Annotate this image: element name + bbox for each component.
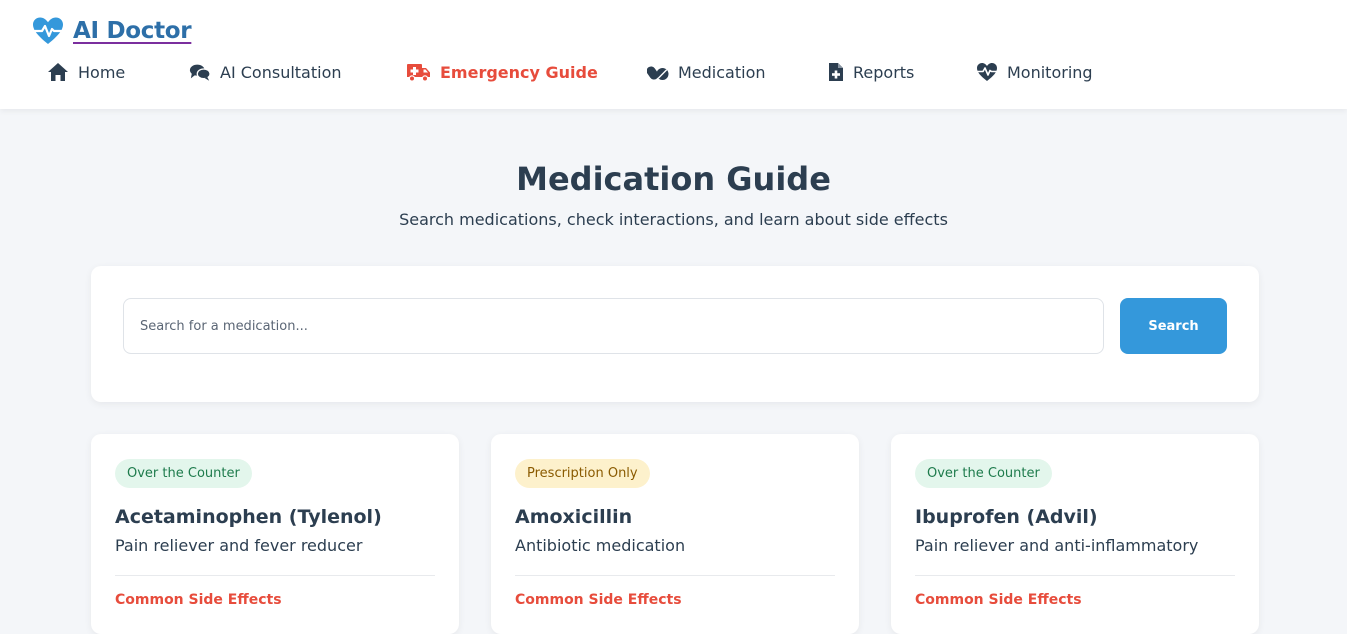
- nav-medication-label: Medication: [678, 62, 766, 82]
- medication-card[interactable]: Over the Counter Ibuprofen (Advil) Pain …: [891, 434, 1259, 634]
- prescription-badge: Prescription Only: [515, 459, 650, 488]
- side-effects-heading: Common Side Effects: [515, 592, 682, 608]
- medication-search-input[interactable]: [123, 298, 1104, 354]
- heartbeat-icon: [976, 61, 998, 83]
- nav-reports[interactable]: Reports: [828, 60, 976, 84]
- nav-ai-consultation[interactable]: AI Consultation: [189, 60, 406, 84]
- brand-link[interactable]: AI Doctor: [32, 16, 192, 46]
- medication-description: Pain reliever and fever reducer: [115, 536, 363, 555]
- top-header: AI Doctor Home AI Consultation Emergency…: [0, 0, 1347, 109]
- nav-medication[interactable]: Medication: [647, 60, 828, 84]
- ambulance-icon: [406, 61, 431, 83]
- medication-name: Ibuprofen (Advil): [915, 506, 1098, 528]
- main-nav: Home AI Consultation Emergency Guide Med…: [47, 60, 1116, 84]
- nav-home[interactable]: Home: [47, 60, 189, 84]
- pills-icon: [647, 61, 669, 83]
- heartbeat-logo-icon: [32, 16, 64, 46]
- brand-name: AI Doctor: [73, 18, 192, 44]
- file-medical-icon: [828, 61, 844, 83]
- side-effects-heading: Common Side Effects: [915, 592, 1082, 608]
- nav-monitoring[interactable]: Monitoring: [976, 60, 1116, 84]
- home-icon: [47, 61, 69, 83]
- side-effects-heading: Common Side Effects: [115, 592, 282, 608]
- nav-home-label: Home: [78, 62, 126, 82]
- nav-emergency-guide-label: Emergency Guide: [440, 62, 598, 82]
- medication-card[interactable]: Prescription Only Amoxicillin Antibiotic…: [491, 434, 859, 634]
- search-button[interactable]: Search: [1120, 298, 1227, 354]
- search-card: Search: [91, 266, 1259, 402]
- chat-icon: [189, 61, 211, 83]
- nav-emergency-guide[interactable]: Emergency Guide: [406, 60, 647, 84]
- nav-monitoring-label: Monitoring: [1007, 62, 1093, 82]
- medication-card[interactable]: Over the Counter Acetaminophen (Tylenol)…: [91, 434, 459, 634]
- medication-name: Acetaminophen (Tylenol): [115, 506, 382, 528]
- medication-name: Amoxicillin: [515, 506, 633, 528]
- card-divider: [515, 575, 835, 576]
- card-divider: [115, 575, 435, 576]
- page-subtitle: Search medications, check interactions, …: [399, 210, 948, 229]
- medication-description: Pain reliever and anti-inflammatory: [915, 536, 1199, 555]
- nav-reports-label: Reports: [853, 62, 915, 82]
- otc-badge: Over the Counter: [115, 459, 252, 488]
- nav-ai-consultation-label: AI Consultation: [220, 62, 342, 82]
- otc-badge: Over the Counter: [915, 459, 1052, 488]
- medication-description: Antibiotic medication: [515, 536, 686, 555]
- page-title: Medication Guide: [516, 160, 831, 198]
- card-divider: [915, 575, 1235, 576]
